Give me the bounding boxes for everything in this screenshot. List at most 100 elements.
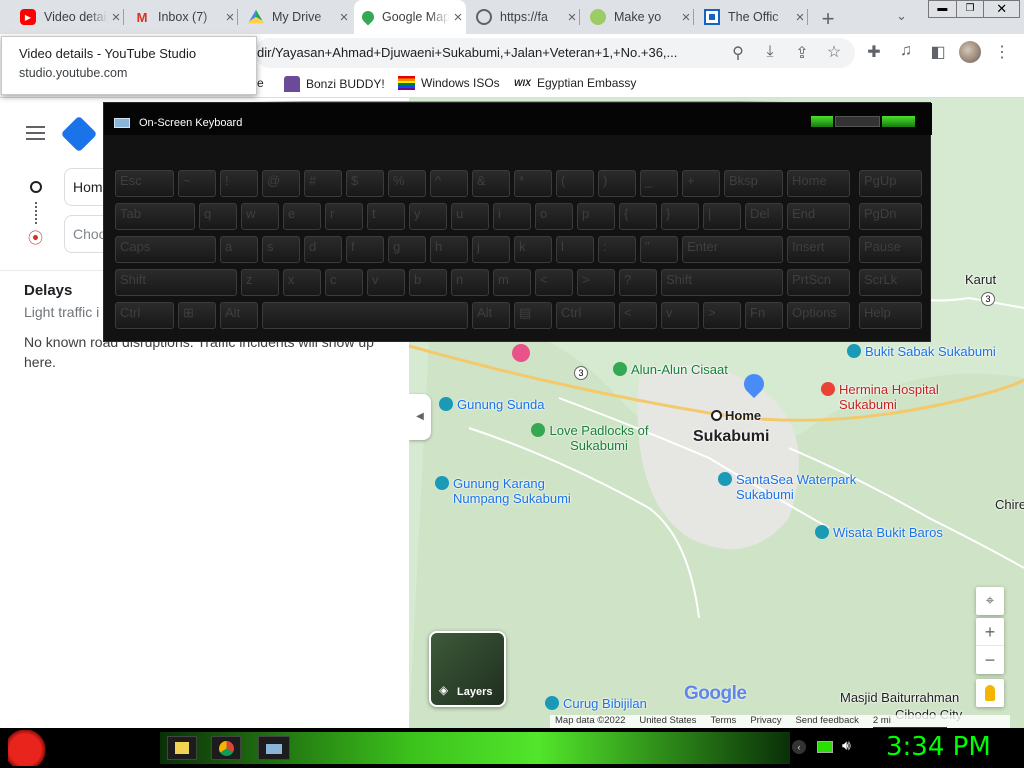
osk-key[interactable]: + <box>682 170 720 197</box>
osk-key[interactable]: j <box>472 236 510 263</box>
tab-close-icon[interactable]: × <box>222 9 238 26</box>
osk-key[interactable]: > <box>703 302 741 329</box>
volume-icon[interactable]: 🔊︎ <box>842 737 851 754</box>
tab-close-icon[interactable]: × <box>336 9 352 26</box>
map-place-label[interactable]: Hermina Hospital Sukabumi <box>839 382 959 412</box>
osk-key[interactable]: ~ <box>178 170 216 197</box>
share-icon[interactable]: ⇪ <box>792 43 812 63</box>
tab-close-icon[interactable]: × <box>678 9 694 26</box>
osk-key[interactable]: ( <box>556 170 594 197</box>
tab-office[interactable]: The Offic × <box>696 0 808 34</box>
bookmark-item[interactable]: e <box>257 76 264 90</box>
osk-key[interactable]: s <box>262 236 300 263</box>
osk-key[interactable]: l <box>556 236 594 263</box>
osk-key[interactable]: } <box>661 203 699 230</box>
minimize-button[interactable]: ▬ <box>929 1 957 17</box>
media-control-icon[interactable]: ♫ <box>896 42 916 60</box>
osk-close-button[interactable] <box>882 116 916 127</box>
camera-marker-icon[interactable] <box>847 344 861 358</box>
osk-key[interactable]: e <box>283 203 321 230</box>
osk-key[interactable]: < <box>535 269 573 296</box>
osk-key[interactable]: n <box>451 269 489 296</box>
osk-key[interactable]: PgUp <box>859 170 922 197</box>
menu-kebab-icon[interactable]: ⋮ <box>992 42 1012 62</box>
osk-key[interactable]: Bksp <box>724 170 783 197</box>
region-link[interactable]: United States <box>639 715 696 728</box>
bookmark-windows-isos[interactable]: Windows ISOs <box>398 76 500 90</box>
osk-key[interactable]: < <box>619 302 657 329</box>
osk-minimize-button[interactable] <box>811 116 833 127</box>
osk-key[interactable]: @ <box>262 170 300 197</box>
osk-key[interactable]: { <box>619 203 657 230</box>
osk-key[interactable]: Enter <box>682 236 783 263</box>
map-place-label[interactable]: Love Padlocks of Sukabumi <box>549 423 649 453</box>
osk-key[interactable]: p <box>577 203 615 230</box>
map-place-label[interactable]: Curug Bibijilan <box>563 696 647 711</box>
map-place-label[interactable]: Karut <box>965 272 996 287</box>
osk-key[interactable]: Ctrl <box>115 302 174 329</box>
close-window-button[interactable]: ✕ <box>984 1 1019 17</box>
zoom-in-button[interactable]: + <box>976 618 1004 646</box>
osk-key[interactable]: ? <box>619 269 657 296</box>
osk-titlebar[interactable]: On-Screen Keyboard <box>104 103 932 135</box>
osk-key[interactable]: Tab <box>115 203 195 230</box>
tab-globe[interactable]: https://fa × <box>468 0 580 34</box>
new-tab-button[interactable]: + <box>818 6 838 32</box>
explorer-taskbar-icon[interactable] <box>167 736 197 760</box>
profile-avatar[interactable] <box>959 41 981 63</box>
tab-close-icon[interactable]: × <box>450 9 466 26</box>
osk-key[interactable]: y <box>409 203 447 230</box>
osk-key[interactable]: q <box>199 203 237 230</box>
osk-key[interactable]: Fn <box>745 302 783 329</box>
osk-key[interactable] <box>262 302 468 329</box>
osk-key[interactable]: a <box>220 236 258 263</box>
taskbar-clock[interactable]: 3:34 PM <box>886 732 991 762</box>
osk-key[interactable]: | <box>703 203 741 230</box>
osk-key[interactable]: Insert <box>787 236 850 263</box>
osk-key[interactable]: Ctrl <box>556 302 615 329</box>
layers-button[interactable]: ◈ Layers <box>429 631 506 707</box>
osk-key[interactable]: $ <box>346 170 384 197</box>
pegman-button[interactable] <box>976 679 1004 707</box>
home-marker-icon[interactable] <box>711 410 722 421</box>
osk-key[interactable]: x <box>283 269 321 296</box>
extensions-icon[interactable]: ✚ <box>864 42 884 62</box>
osk-key[interactable]: d <box>304 236 342 263</box>
tab-maps[interactable]: Google Maps × <box>354 0 466 34</box>
osk-key[interactable]: Shift <box>661 269 783 296</box>
camera-marker-icon[interactable] <box>718 472 732 486</box>
scale-label[interactable]: 2 mi <box>872 715 947 728</box>
osk-key[interactable]: Esc <box>115 170 174 197</box>
osk-key[interactable]: End <box>787 203 850 230</box>
tab-make[interactable]: Make yo × <box>582 0 694 34</box>
osk-key[interactable]: ) <box>598 170 636 197</box>
osk-key[interactable]: # <box>304 170 342 197</box>
bookmark-star-icon[interactable]: ☆ <box>824 42 844 62</box>
osk-key[interactable]: ^ <box>430 170 468 197</box>
osk-key[interactable]: PrtScn <box>787 269 850 296</box>
osk-key[interactable]: h <box>430 236 468 263</box>
maximize-button[interactable]: ❐ <box>957 1 985 17</box>
osk-key[interactable]: v <box>661 302 699 329</box>
osk-key[interactable]: c <box>325 269 363 296</box>
osk-taskbar-icon[interactable] <box>258 736 290 760</box>
osk-key[interactable]: w <box>241 203 279 230</box>
privacy-link[interactable]: Privacy <box>750 715 781 728</box>
bookmark-bonzi[interactable]: Bonzi BUDDY! <box>284 76 385 92</box>
osk-key[interactable]: Home <box>787 170 850 197</box>
osk-key[interactable]: PgDn <box>859 203 922 230</box>
map-place-label[interactable]: Home <box>725 408 761 423</box>
install-icon[interactable]: ⤓ <box>760 43 780 61</box>
osk-key[interactable]: t <box>367 203 405 230</box>
chrome-taskbar-icon[interactable] <box>211 736 241 760</box>
map-place-label[interactable]: Chire <box>995 497 1024 512</box>
osk-key[interactable]: _ <box>640 170 678 197</box>
tab-drive[interactable]: My Drive × <box>240 0 352 34</box>
tab-youtube[interactable]: ▶ Video details - YouTube Studio× <box>12 0 124 34</box>
camera-marker-icon[interactable] <box>435 476 449 490</box>
hotel-marker-icon[interactable] <box>512 344 530 362</box>
hamburger-menu-icon[interactable] <box>26 126 45 140</box>
osk-key[interactable]: f <box>346 236 384 263</box>
osk-key[interactable]: Shift <box>115 269 237 296</box>
osk-key[interactable]: & <box>472 170 510 197</box>
